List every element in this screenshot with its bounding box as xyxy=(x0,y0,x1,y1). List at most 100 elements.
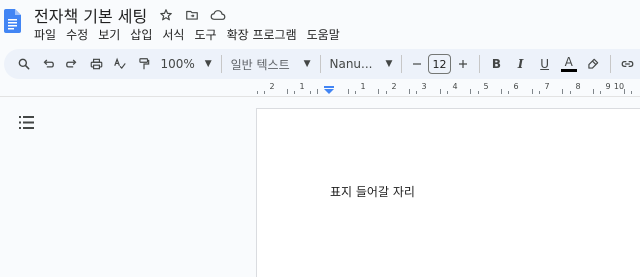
bold-button[interactable]: B xyxy=(484,52,508,76)
ruler-tick xyxy=(478,91,479,94)
font-size-input[interactable]: 12 xyxy=(427,54,452,74)
ruler-tick xyxy=(600,91,601,94)
ruler-tick xyxy=(355,91,356,94)
print-icon xyxy=(90,58,103,70)
google-docs-window: 전자책 기본 세팅 파일 수정 보기 삽입 서식 도구 확장 프로그램 도움말 xyxy=(0,0,640,277)
title-actions xyxy=(157,6,227,24)
caret-down-icon: ▼ xyxy=(303,59,311,69)
minus-icon xyxy=(412,63,421,65)
paragraph-style-select[interactable]: 일반 텍스트 ▼ xyxy=(227,52,315,76)
ruler-tick xyxy=(539,91,540,94)
search-menus-button[interactable] xyxy=(12,52,36,76)
font-family-select[interactable]: Nanu... ▼ xyxy=(325,52,396,76)
ruler-divider xyxy=(0,96,640,97)
undo-icon xyxy=(43,59,55,68)
ruler-tick xyxy=(416,91,417,94)
caret-down-icon: ▼ xyxy=(385,59,393,69)
menu-tools[interactable]: 도구 xyxy=(189,26,221,43)
ruler-tick xyxy=(257,91,258,94)
ruler-tick xyxy=(624,89,625,94)
document-outline-icon[interactable] xyxy=(19,116,34,129)
ruler-label: 2 xyxy=(391,82,397,91)
menu-format[interactable]: 서식 xyxy=(157,26,189,43)
ruler-tick xyxy=(386,91,387,94)
ruler-tick xyxy=(409,89,410,94)
zoom-select[interactable]: 100% ▼ xyxy=(156,52,215,76)
increase-font-size-button[interactable] xyxy=(453,52,473,76)
paragraph-style-value: 일반 텍스트 xyxy=(230,57,290,72)
menu-help[interactable]: 도움말 xyxy=(302,26,345,43)
italic-button[interactable]: I xyxy=(509,52,533,76)
ruler-tick xyxy=(440,89,441,94)
ruler-label: 7 xyxy=(544,82,550,91)
ruler-tick xyxy=(501,89,502,94)
ruler-label: 8 xyxy=(575,82,581,91)
toolbar-divider xyxy=(401,55,403,73)
menu-view[interactable]: 보기 xyxy=(93,26,125,43)
paint-format-icon xyxy=(139,58,150,70)
document-page[interactable] xyxy=(256,108,640,277)
toolbar-divider xyxy=(319,55,321,73)
ruler-tick xyxy=(631,91,632,94)
indent-marker-icon[interactable] xyxy=(324,86,334,94)
ruler-label: 2 xyxy=(269,82,275,91)
ruler-tick xyxy=(562,89,563,94)
underline-button[interactable]: U xyxy=(533,52,557,76)
text-color-button[interactable]: A xyxy=(557,52,581,76)
toolbar-divider xyxy=(478,55,480,73)
spellcheck-button[interactable] xyxy=(108,52,132,76)
zoom-value: 100% xyxy=(160,57,195,71)
decrease-font-size-button[interactable] xyxy=(407,52,426,76)
ruler-label: 9 xyxy=(605,82,611,91)
ruler-tick xyxy=(264,91,265,94)
undo-button[interactable] xyxy=(36,52,60,76)
highlight-icon xyxy=(588,58,599,69)
ruler-label: 6 xyxy=(513,82,519,91)
ruler-label: 10 xyxy=(613,82,625,91)
menu-edit[interactable]: 수정 xyxy=(61,26,93,43)
ruler-tick xyxy=(470,89,471,94)
text-color-label: A xyxy=(564,55,573,69)
insert-link-button[interactable] xyxy=(616,52,640,76)
ruler-tick xyxy=(532,89,533,94)
ruler-tick xyxy=(310,91,311,94)
cloud-saved-icon[interactable] xyxy=(209,6,227,24)
spellcheck-icon xyxy=(114,57,127,69)
link-icon xyxy=(621,61,634,67)
print-button[interactable] xyxy=(84,52,108,76)
move-to-folder-icon[interactable] xyxy=(183,6,201,24)
ruler-tick xyxy=(287,89,288,94)
text-color-swatch xyxy=(560,69,577,72)
ruler-tick xyxy=(570,91,571,94)
toolbar: 100% ▼ 일반 텍스트 ▼ Nanu... ▼ 12 B I U A xyxy=(4,49,640,79)
highlight-color-button[interactable] xyxy=(581,52,605,76)
ruler-label: 1 xyxy=(299,82,305,91)
ruler-tick xyxy=(294,91,295,94)
search-icon xyxy=(18,58,30,70)
paint-format-button[interactable] xyxy=(132,52,156,76)
font-family-value: Nanu... xyxy=(329,57,373,71)
caret-down-icon: ▼ xyxy=(204,59,212,69)
document-body-text[interactable]: 표지 들어갈 자리 xyxy=(330,183,415,200)
docs-logo-icon[interactable] xyxy=(4,9,21,33)
menu-extensions[interactable]: 확장 프로그램 xyxy=(222,26,302,43)
redo-icon xyxy=(66,59,77,68)
toolbar-divider xyxy=(220,55,222,73)
toolbar-divider xyxy=(609,55,611,73)
plus-icon xyxy=(459,60,468,68)
menu-file[interactable]: 파일 xyxy=(29,26,61,43)
ruler-label: 3 xyxy=(421,82,427,91)
star-icon[interactable] xyxy=(157,6,175,24)
ruler-tick xyxy=(447,91,448,94)
menu-bar: 파일 수정 보기 삽입 서식 도구 확장 프로그램 도움말 xyxy=(29,25,345,43)
ruler-tick xyxy=(593,89,594,94)
menu-insert[interactable]: 삽입 xyxy=(125,26,157,43)
ruler-tick xyxy=(348,89,349,94)
ruler-tick xyxy=(317,89,318,94)
title-row: 전자책 기본 세팅 xyxy=(34,4,227,26)
ruler-tick xyxy=(378,89,379,94)
redo-button[interactable] xyxy=(60,52,84,76)
document-title[interactable]: 전자책 기본 세팅 xyxy=(34,3,147,27)
ruler-label: 5 xyxy=(483,82,489,91)
horizontal-ruler[interactable]: 2 1 1 2 3 4 5 6 7 8 9 10 xyxy=(257,82,640,96)
